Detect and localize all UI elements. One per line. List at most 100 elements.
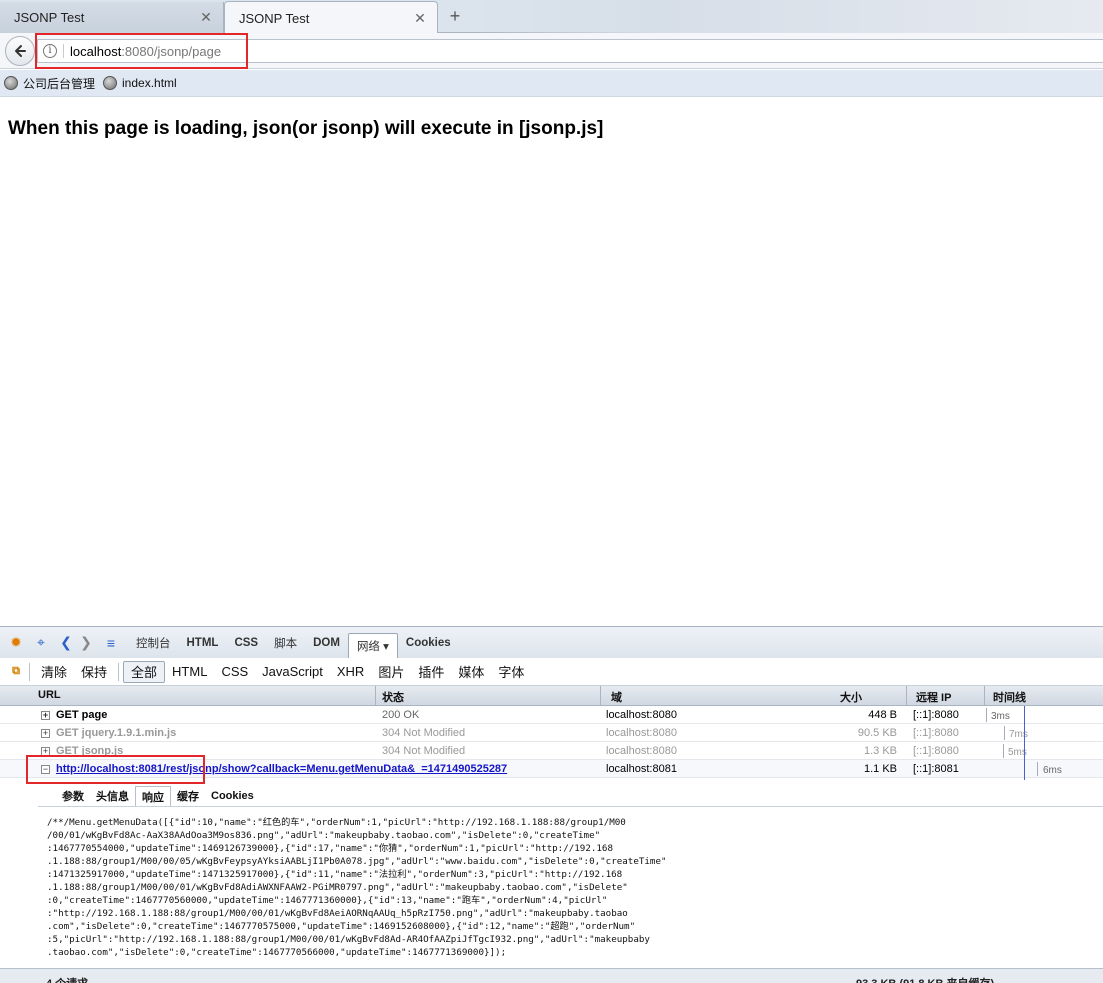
row-ip: [::1]:8080 bbox=[913, 727, 959, 739]
panel-dom[interactable]: DOM bbox=[305, 632, 348, 654]
tab-jsonp-test-2[interactable]: JSONP Test ✕ bbox=[224, 1, 438, 34]
bookmark-label: index.html bbox=[122, 76, 177, 90]
col-timeline[interactable]: 时间线 bbox=[993, 689, 1026, 705]
response-line: :0,"createTime":1467770560000,"updateTim… bbox=[47, 895, 608, 906]
separator bbox=[118, 662, 120, 681]
tab-title: JSONP Test bbox=[239, 10, 310, 26]
col-url[interactable]: URL bbox=[38, 689, 61, 701]
net-filter-bar: ⧉ 清除 保持 全部 HTML CSS JavaScript XHR 图片 插件… bbox=[0, 658, 1103, 686]
timeline-load-marker bbox=[1024, 706, 1025, 780]
close-tab-icon[interactable]: ✕ bbox=[413, 10, 427, 27]
filter-media[interactable]: 媒体 bbox=[451, 661, 491, 683]
response-line: .com","isDelete":0,"createTime":14677705… bbox=[47, 921, 636, 932]
tab-jsonp-test-1[interactable]: JSONP Test ✕ bbox=[0, 2, 224, 33]
response-line: .1.188:88/group1/M00/00/01/wKgBvFd8AdiAW… bbox=[47, 882, 628, 893]
table-row[interactable]: + GET page 200 OK localhost:8080 448 B [… bbox=[0, 706, 1103, 724]
globe-icon bbox=[4, 76, 18, 90]
col-remote-ip[interactable]: 远程 IP bbox=[916, 689, 951, 705]
row-size: 448 B bbox=[868, 709, 897, 721]
page-heading: When this page is loading, json(or jsonp… bbox=[8, 118, 604, 139]
response-line: /**/Menu.getMenuData([{"id":10,"name":"红… bbox=[47, 817, 626, 828]
filter-html[interactable]: HTML bbox=[165, 661, 214, 683]
response-line: :5,"picUrl":"http://192.168.1.188:88/gro… bbox=[47, 934, 650, 945]
panel-script[interactable]: 脚本 bbox=[266, 632, 305, 654]
response-line: /00/01/wKgBvFd8Ac-AaX38AAdOoa3M9os836.pn… bbox=[47, 830, 601, 841]
col-status[interactable]: 状态 bbox=[382, 689, 404, 705]
response-line: :1467770554000,"updateTime":146912673900… bbox=[47, 843, 613, 854]
column-divider bbox=[984, 686, 985, 706]
net-column-header: URL 状态 域 大小 远程 IP 时间线 bbox=[0, 686, 1103, 706]
inspect-element-icon[interactable]: ⌖ bbox=[32, 634, 50, 652]
bookmark-admin[interactable]: 公司后台管理 bbox=[4, 75, 95, 92]
col-size[interactable]: 大小 bbox=[840, 689, 862, 705]
filter-fonts[interactable]: 字体 bbox=[491, 661, 531, 683]
row-size: 90.5 KB bbox=[857, 727, 897, 739]
filter-images[interactable]: 图片 bbox=[371, 661, 411, 683]
filter-javascript[interactable]: JavaScript bbox=[255, 661, 330, 683]
tab-params[interactable]: 参数 bbox=[56, 786, 90, 806]
tab-title: JSONP Test bbox=[14, 10, 85, 25]
filter-all[interactable]: 全部 bbox=[123, 660, 166, 683]
tabstrip-background bbox=[470, 0, 1103, 33]
close-tab-icon[interactable]: ✕ bbox=[199, 9, 213, 26]
column-divider bbox=[375, 686, 376, 706]
col-domain[interactable]: 域 bbox=[611, 689, 622, 705]
request-detail-tabs: 参数 头信息 响应 缓存 Cookies bbox=[38, 786, 260, 806]
total-size: 93.3 KB (91.8 KB 来自缓存) bbox=[856, 975, 994, 983]
panel-cookies[interactable]: Cookies bbox=[398, 632, 459, 654]
row-size: 1.1 KB bbox=[863, 763, 897, 775]
firebug-panel-bar: ✹ ⌖ ❮ ❯ ≡ 控制台 HTML CSS 脚本 DOM 网络 ▾ Cooki… bbox=[0, 626, 1103, 659]
tab-headers[interactable]: 头信息 bbox=[90, 786, 135, 806]
row-time: 3ms bbox=[991, 711, 1010, 722]
row-domain: localhost:8080 bbox=[606, 745, 677, 757]
persist-button[interactable]: 保持 bbox=[74, 661, 114, 683]
timeline-bar bbox=[1004, 726, 1005, 740]
column-divider bbox=[600, 686, 601, 706]
bookmark-label: 公司后台管理 bbox=[23, 76, 96, 91]
row-domain: localhost:8081 bbox=[606, 763, 677, 775]
response-text: /**/Menu.getMenuData([{"id":10,"name":"红… bbox=[38, 807, 1103, 959]
bookmark-index[interactable]: index.html bbox=[103, 76, 177, 90]
panel-net[interactable]: 网络 ▾ bbox=[347, 632, 398, 659]
tab-cache[interactable]: 缓存 bbox=[171, 786, 205, 806]
back-icon[interactable]: ❮ bbox=[57, 634, 75, 652]
panel-html[interactable]: HTML bbox=[179, 632, 227, 654]
highlight-box-request bbox=[26, 755, 205, 784]
back-arrow-icon bbox=[15, 45, 26, 57]
response-line: :1471325917000,"updateTime":147132591700… bbox=[47, 869, 623, 880]
row-domain: localhost:8080 bbox=[606, 709, 677, 721]
command-line-icon[interactable]: ≡ bbox=[102, 634, 120, 652]
response-line: .taobao.com","isDelete":0,"createTime":1… bbox=[47, 947, 507, 958]
row-ip: [::1]:8080 bbox=[913, 745, 959, 757]
separator bbox=[29, 662, 30, 681]
filter-xhr[interactable]: XHR bbox=[330, 661, 371, 683]
firebug-bug-icon[interactable]: ✹ bbox=[7, 634, 25, 652]
forward-icon[interactable]: ❯ bbox=[77, 634, 95, 652]
xhr-icon[interactable]: ⧉ bbox=[7, 663, 25, 681]
highlight-box-url bbox=[35, 33, 248, 69]
new-tab-icon[interactable]: + bbox=[446, 6, 464, 26]
tab-response[interactable]: 响应 bbox=[135, 786, 171, 806]
globe-icon bbox=[103, 76, 118, 90]
panel-console[interactable]: 控制台 bbox=[128, 632, 179, 654]
tab-strip: JSONP Test ✕ JSONP Test ✕ + bbox=[0, 0, 1103, 34]
timeline-bar bbox=[1037, 762, 1038, 776]
response-body[interactable]: /**/Menu.getMenuData([{"id":10,"name":"红… bbox=[38, 806, 1103, 966]
row-time: 6ms bbox=[1043, 765, 1062, 776]
column-divider bbox=[906, 686, 907, 706]
row-ip: [::1]:8080 bbox=[913, 709, 959, 721]
back-button[interactable] bbox=[5, 36, 35, 66]
filter-plugins[interactable]: 插件 bbox=[411, 661, 451, 683]
request-count: 4 个请求 bbox=[46, 975, 88, 983]
expand-icon[interactable]: + bbox=[41, 729, 50, 738]
row-size: 1.3 KB bbox=[863, 745, 897, 757]
panel-css[interactable]: CSS bbox=[226, 632, 266, 654]
tab-cookies[interactable]: Cookies bbox=[205, 786, 260, 806]
table-row[interactable]: + GET jquery.1.9.1.min.js 304 Not Modifi… bbox=[0, 724, 1103, 742]
expand-icon[interactable]: + bbox=[41, 711, 50, 720]
response-line: .1.188:88/group1/M00/00/05/wKgBvFeypsyAY… bbox=[47, 856, 667, 867]
response-line: :"http://192.168.1.188:88/group1/M00/00/… bbox=[47, 908, 628, 919]
clear-button[interactable]: 清除 bbox=[34, 661, 74, 683]
row-status: 200 OK bbox=[382, 709, 420, 721]
filter-css[interactable]: CSS bbox=[214, 661, 255, 683]
